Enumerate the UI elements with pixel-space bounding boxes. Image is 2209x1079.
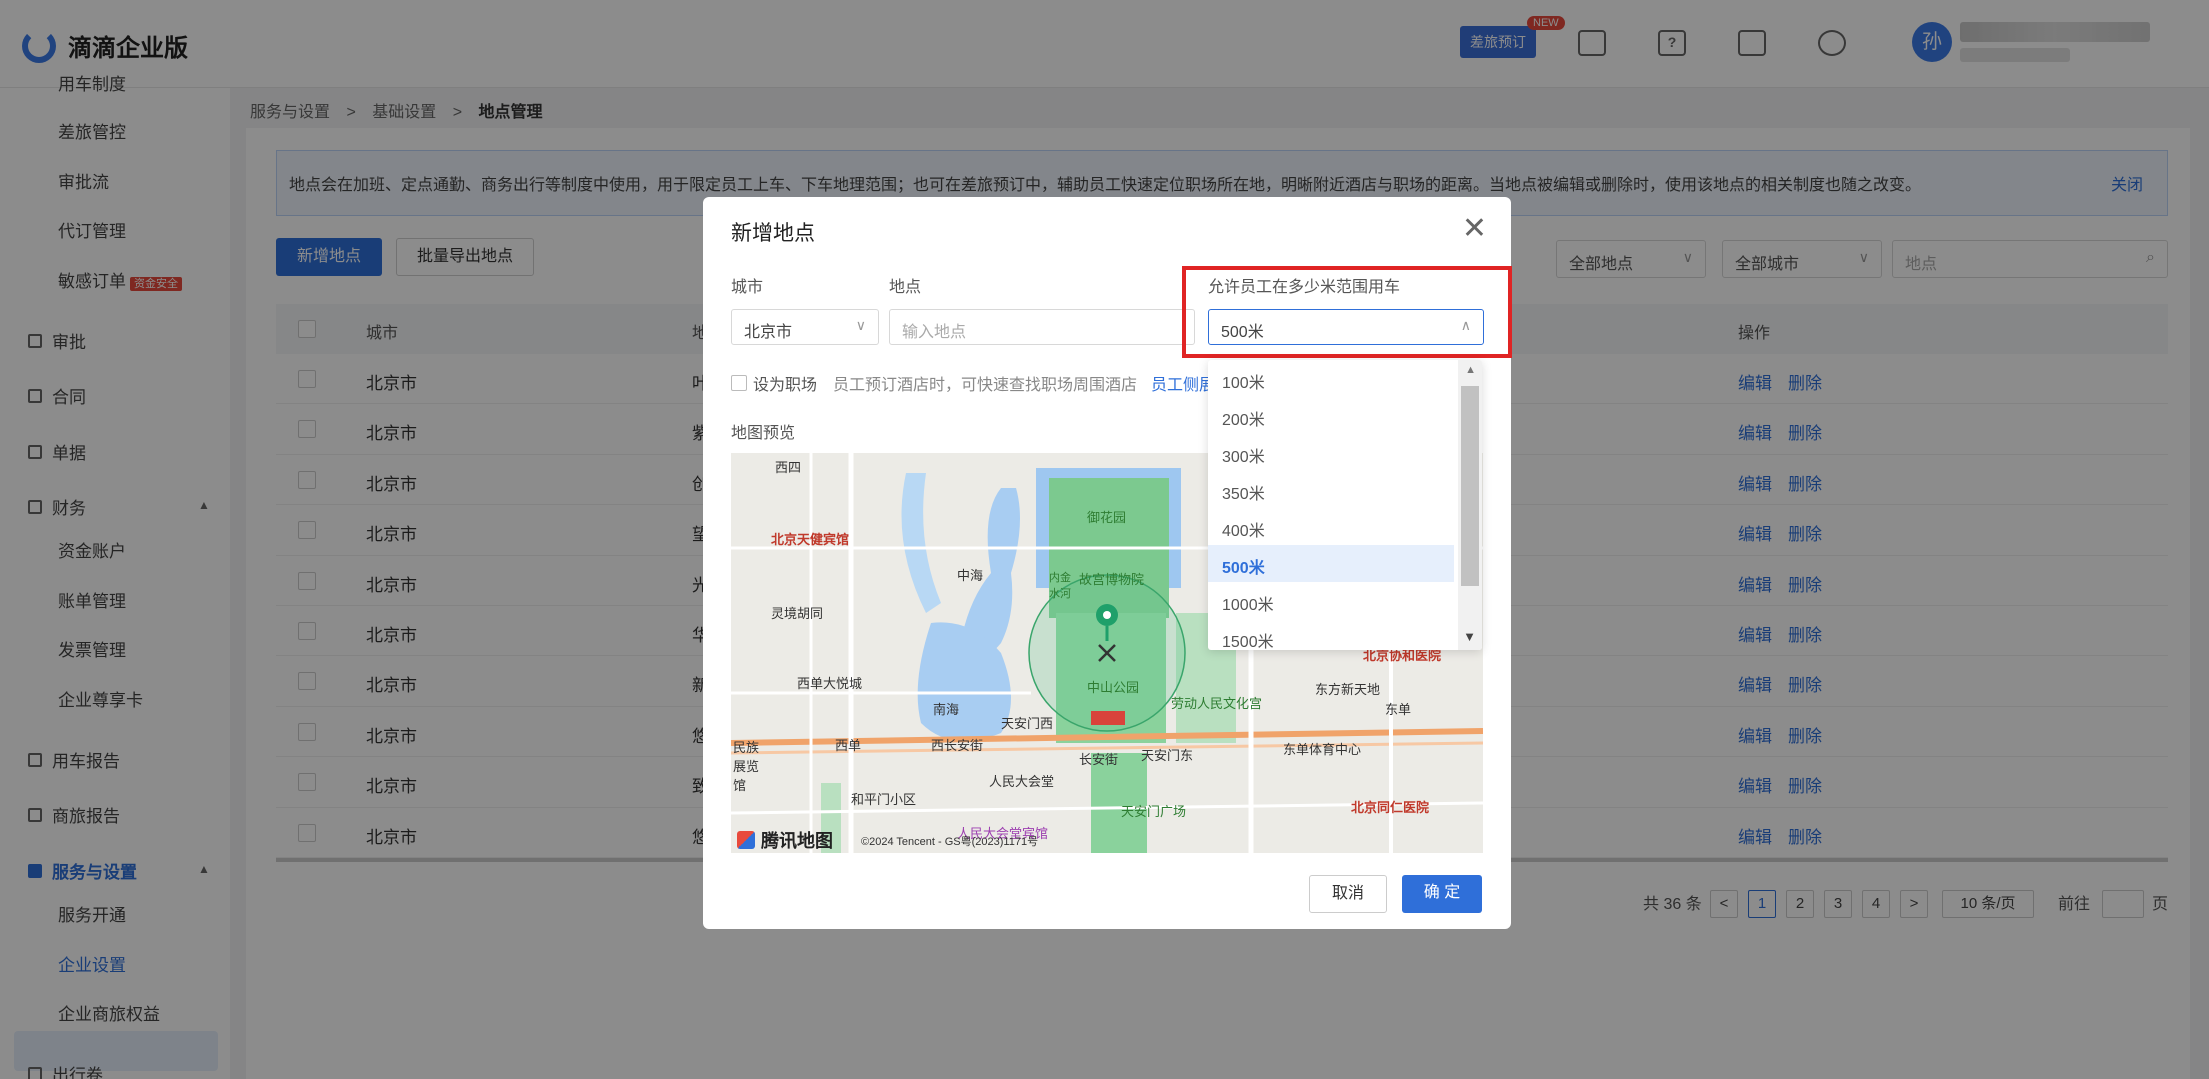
map-label-tiananmen-square: 天安门广场 <box>1121 804 1187 819</box>
map-label-xidan-joycity: 西单大悦城 <box>797 676 863 691</box>
map-label-tongren-hospital: 北京同仁医院 <box>1351 800 1430 815</box>
range-option[interactable]: 350米 <box>1208 471 1454 508</box>
map-label-heping-community: 和平门小区 <box>851 792 917 807</box>
map-brand-text: 腾讯地图 <box>761 831 833 851</box>
workplace-label[interactable]: 设为职场 <box>753 371 817 395</box>
map-label-zhongshan-park: 中山公园 <box>1087 680 1140 695</box>
range-option[interactable]: 400米 <box>1208 508 1454 545</box>
map-label-zhonghai: 中海 <box>957 568 984 583</box>
tiananmen-gate <box>1091 711 1125 725</box>
map-label-dongdan-sports: 东单体育中心 <box>1283 742 1362 757</box>
map-copyright: ©2024 Tencent - GS粤(2023)1171号 <box>861 836 1039 848</box>
map-label-great-hall: 人民大会堂 <box>989 774 1055 789</box>
location-input[interactable]: 输入地点 <box>889 309 1195 345</box>
map-label-minzu-hall: 民族展览馆 <box>733 740 760 793</box>
range-option[interactable]: 100米 <box>1208 360 1454 397</box>
workplace-row: 设为职场 员工预订酒店时，可快速查找职场周围酒店 员工侧展示 <box>731 371 1231 395</box>
scroll-down-icon[interactable]: ▼ <box>1463 629 1476 644</box>
location-pin-dot <box>1103 611 1111 619</box>
scroll-up-icon[interactable]: ▲ <box>1465 364 1476 376</box>
map-label-tiananmen-west: 天安门西 <box>1001 716 1054 731</box>
map-preview-label: 地图预览 <box>731 425 796 442</box>
tencent-map-logo-icon <box>737 831 755 849</box>
dropdown-scrollbar-thumb[interactable] <box>1461 386 1479 586</box>
location-label: 地点 <box>889 279 922 296</box>
map-label-lingjing: 灵境胡同 <box>771 606 824 621</box>
dropdown-scrollbar[interactable]: ▲ ▼ <box>1458 360 1482 650</box>
chevron-down-icon: ∨ <box>855 317 866 333</box>
range-highlight-box <box>1182 266 1512 358</box>
map-label-xisi: 西四 <box>775 460 802 475</box>
confirm-button[interactable]: 确 定 <box>1402 875 1482 913</box>
map-label-dongdan: 东单 <box>1385 702 1412 717</box>
city-select-value: 北京市 <box>744 324 793 341</box>
cancel-button[interactable]: 取消 <box>1309 875 1387 913</box>
dialog-title: 新增地点 <box>731 222 815 245</box>
map-label-changan: 长安街 <box>1079 752 1119 767</box>
map-label-tiananmen-east: 天安门东 <box>1141 748 1194 763</box>
city-label: 城市 <box>731 279 764 296</box>
workplace-hint: 员工预订酒店时，可快速查找职场周围酒店 <box>833 377 1138 394</box>
range-option[interactable]: 1500米 <box>1208 619 1454 650</box>
map-label-oriental-plaza: 东方新天地 <box>1315 682 1381 697</box>
range-option[interactable]: 200米 <box>1208 397 1454 434</box>
location-input-placeholder: 输入地点 <box>902 324 967 341</box>
city-select[interactable]: 北京市 ∨ <box>731 309 879 345</box>
close-icon[interactable]: ✕ <box>1462 211 1487 246</box>
range-option[interactable]: 300米 <box>1208 434 1454 471</box>
map-label-imperial-garden: 御花园 <box>1087 510 1127 525</box>
map-label-jinshui-river: 内金水河 <box>1049 572 1071 600</box>
map-label-palace-museum: 故宫博物院 <box>1079 572 1145 587</box>
map-label-xidan: 西单 <box>835 738 862 753</box>
range-option[interactable]: 500米 <box>1208 545 1454 582</box>
map-label-labor-palace: 劳动人民文化宫 <box>1171 696 1263 711</box>
map-label-west-changan: 西长安街 <box>931 738 984 753</box>
workplace-checkbox[interactable] <box>731 375 747 391</box>
range-dropdown: 100米 200米 300米 350米 400米 500米 1000米 1500米 ▲ ▼ <box>1208 360 1482 650</box>
map-label-nanhai: 南海 <box>933 702 960 717</box>
range-option[interactable]: 1000米 <box>1208 582 1454 619</box>
map-label-tianjian-hotel: 北京天健宾馆 <box>771 532 850 547</box>
map-brand: 腾讯地图 <box>737 827 833 853</box>
